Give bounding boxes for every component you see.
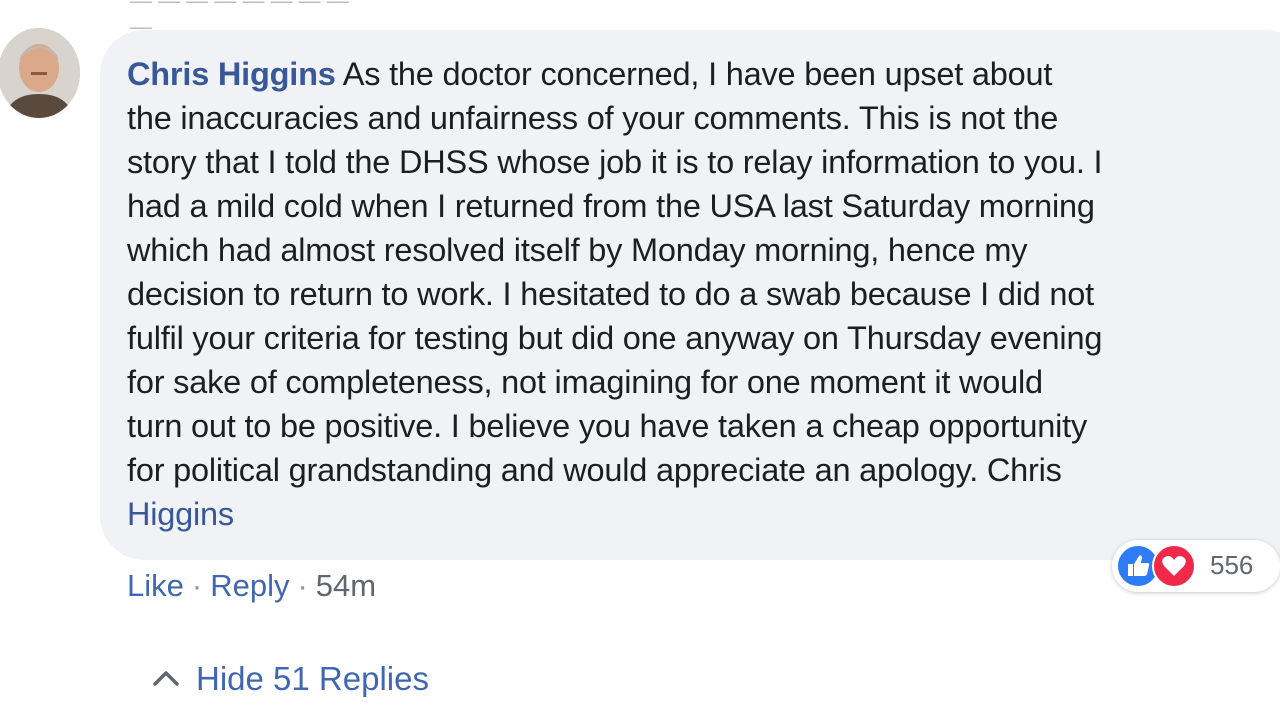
comment-author-link[interactable]: Chris Higgins <box>127 56 336 92</box>
comment-line: for sake of completeness, not imagining … <box>127 364 1043 400</box>
comment-line: for political grandstanding and would ap… <box>127 452 1062 488</box>
like-button[interactable]: Like <box>127 568 184 603</box>
comment-line: fulfil your criteria for testing but did… <box>127 320 1103 356</box>
comment-line: the inaccuracies and unfairness of your … <box>127 100 1059 136</box>
comment-line: Chris Higgins As the doctor concerned, I… <box>127 52 1267 96</box>
previous-content-fragment: — — — — — — — — — <box>130 0 349 39</box>
comment-line: turn out to be positive. I believe you h… <box>127 408 1088 444</box>
comment-line: had a mild cold when I returned from the… <box>127 188 1095 224</box>
separator: · <box>191 568 203 603</box>
chevron-up-icon <box>153 671 179 687</box>
hide-replies-button[interactable]: Hide 51 Replies <box>152 656 429 702</box>
separator: · <box>297 568 308 603</box>
love-icon <box>1152 544 1196 588</box>
avatar[interactable] <box>0 28 80 118</box>
reply-button[interactable]: Reply <box>210 568 289 603</box>
comment-actions: Like · Reply · 54m <box>127 564 376 608</box>
reaction-count: 556 <box>1210 550 1254 580</box>
signature-tag-link[interactable]: Higgins <box>127 492 1267 536</box>
comment-line-text: As the doctor concerned, I have been ups… <box>342 56 1053 92</box>
reactions-summary[interactable]: 556 <box>1112 540 1280 592</box>
comment-thread: — — — — — — — — — Chris Higgins As the d… <box>0 0 1280 721</box>
comment-line: which had almost resolved itself by Mond… <box>127 232 1028 268</box>
comment-line: decision to return to work. I hesitated … <box>127 276 1094 312</box>
comment-line: story that I told the DHSS whose job it … <box>127 144 1103 180</box>
comment-body: Chris Higgins As the doctor concerned, I… <box>127 52 1267 536</box>
timestamp[interactable]: 54m <box>316 568 376 603</box>
hide-replies-label: Hide 51 Replies <box>196 660 429 697</box>
